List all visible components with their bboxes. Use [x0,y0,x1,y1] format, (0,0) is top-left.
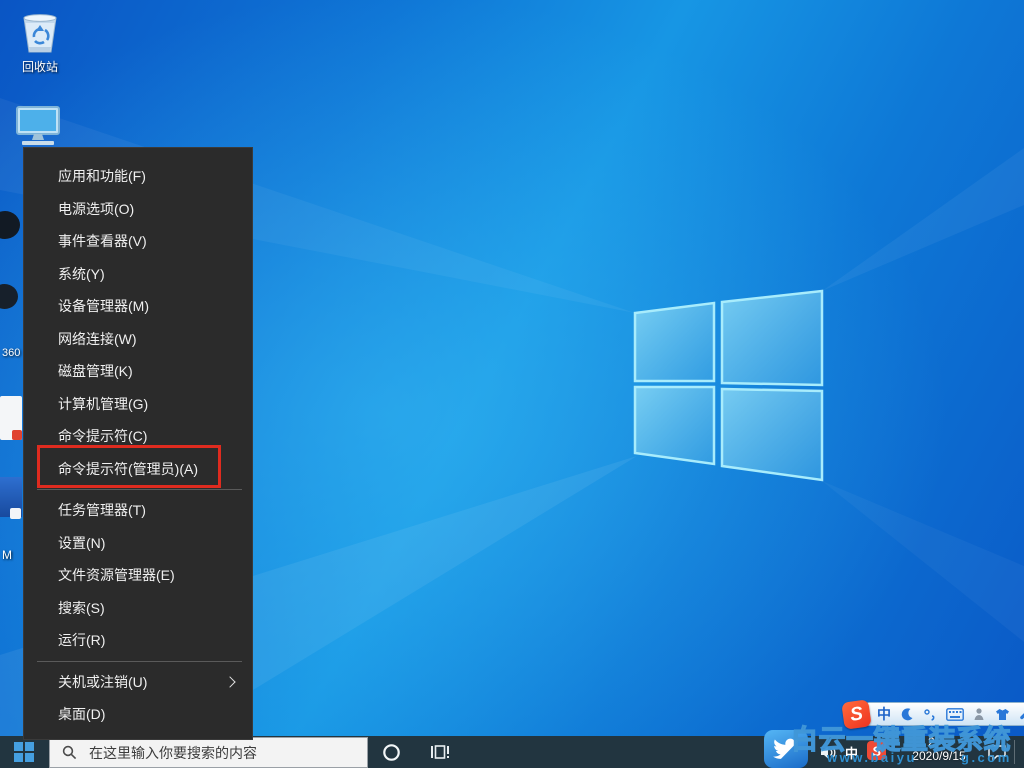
menu-item-run[interactable]: 运行(R) [24,624,252,657]
desktop: 回收站 360 M 应用和功能(F) 电源选项(O) 事件查看器(V) 系统(Y… [0,0,1024,768]
volume-button[interactable] [816,736,840,768]
menu-item-label: 网络连接(W) [58,329,137,349]
ime-mode-indicator[interactable]: 中 [877,704,891,724]
windows-start-icon [14,742,34,762]
task-view-button[interactable] [426,736,454,768]
task-view-icon [430,744,450,760]
menu-item-label: 系统(Y) [58,264,105,284]
menu-item-file-explorer[interactable]: 文件资源管理器(E) [24,559,252,592]
partial-icon-badge [10,508,21,519]
menu-item-label: 设备管理器(M) [58,296,149,316]
menu-item-computer-management[interactable]: 计算机管理(G) [24,388,252,421]
menu-item-command-prompt[interactable]: 命令提示符(C) [24,420,252,453]
punctuation-icon[interactable] [923,708,937,721]
menu-item-label: 命令提示符(C) [58,426,147,446]
menu-item-label: 关机或注销(U) [58,672,147,692]
winx-context-menu: 应用和功能(F) 电源选项(O) 事件查看器(V) 系统(Y) 设备管理器(M)… [23,147,253,740]
person-icon[interactable] [973,707,986,721]
menu-item-label: 搜索(S) [58,598,105,618]
menu-item-network-connections[interactable]: 网络连接(W) [24,323,252,356]
menu-item-power-options[interactable]: 电源选项(O) [24,193,252,226]
taskbar: 中 S 2 2020/9/15 [0,736,1024,768]
menu-item-system[interactable]: 系统(Y) [24,258,252,291]
submenu-chevron-icon [224,676,235,687]
shirt-icon[interactable] [995,708,1010,721]
menu-item-shutdown-signout[interactable]: 关机或注销(U) [24,666,252,699]
taskbar-clock-date[interactable]: 2020/9/15 [895,749,983,763]
menu-item-desktop[interactable]: 桌面(D) [24,698,252,731]
action-center-button[interactable] [984,736,1010,768]
search-input[interactable] [87,744,337,762]
twitter-app-button[interactable] [764,730,808,768]
sogou-ime-toolbar: S 中 [843,700,1024,728]
speaker-icon [820,745,837,760]
menu-item-task-manager[interactable]: 任务管理器(T) [24,494,252,527]
sogou-logo-icon[interactable]: S [841,699,871,729]
menu-item-command-prompt-admin[interactable]: 命令提示符(管理员)(A) [24,453,252,486]
action-center-icon [987,744,1007,761]
cortana-icon [382,743,401,762]
partial-icon-label-360: 360 [2,347,20,359]
moon-icon[interactable] [900,707,914,721]
menu-separator [37,661,242,662]
menu-item-label: 电源选项(O) [58,199,134,219]
this-pc-icon[interactable] [14,104,62,148]
taskbar-search-box[interactable] [49,737,368,768]
menu-item-device-manager[interactable]: 设备管理器(M) [24,290,252,323]
recycle-bin-label: 回收站 [22,58,58,75]
menu-item-label: 任务管理器(T) [58,500,146,520]
search-icon [62,745,77,760]
menu-item-label: 计算机管理(G) [58,394,148,414]
menu-separator [37,489,242,490]
menu-item-label: 事件查看器(V) [58,231,147,251]
menu-item-label: 运行(R) [58,630,105,650]
clock-time-fragment: 2 [928,735,935,749]
menu-item-label: 磁盘管理(K) [58,361,133,381]
wrench-icon[interactable] [1019,707,1024,721]
partial-icon-badge [12,430,22,440]
menu-item-label: 设置(N) [58,533,105,553]
keyboard-icon[interactable] [946,708,964,721]
menu-item-label: 文件资源管理器(E) [58,565,175,585]
show-desktop-button[interactable] [1014,740,1015,764]
menu-item-label: 命令提示符(管理员)(A) [58,459,198,479]
menu-item-event-viewer[interactable]: 事件查看器(V) [24,225,252,258]
menu-item-apps-features[interactable]: 应用和功能(F) [24,160,252,193]
ime-toolbar-bar: 中 [866,702,1024,726]
cortana-button[interactable] [378,736,404,768]
monitor-glyph [14,104,62,148]
partial-icon-label-m: M [2,548,12,562]
menu-item-disk-management[interactable]: 磁盘管理(K) [24,355,252,388]
sogou-tray-icon[interactable]: S [867,741,886,760]
menu-item-settings[interactable]: 设置(N) [24,527,252,560]
menu-item-search[interactable]: 搜索(S) [24,592,252,625]
menu-item-label: 桌面(D) [58,704,105,724]
recycle-bin-glyph [19,10,61,56]
recycle-bin-icon[interactable]: 回收站 [8,10,72,75]
bird-icon [772,737,800,761]
menu-item-label: 应用和功能(F) [58,166,146,186]
start-button[interactable] [0,736,48,768]
language-indicator[interactable]: 中 [845,743,858,762]
